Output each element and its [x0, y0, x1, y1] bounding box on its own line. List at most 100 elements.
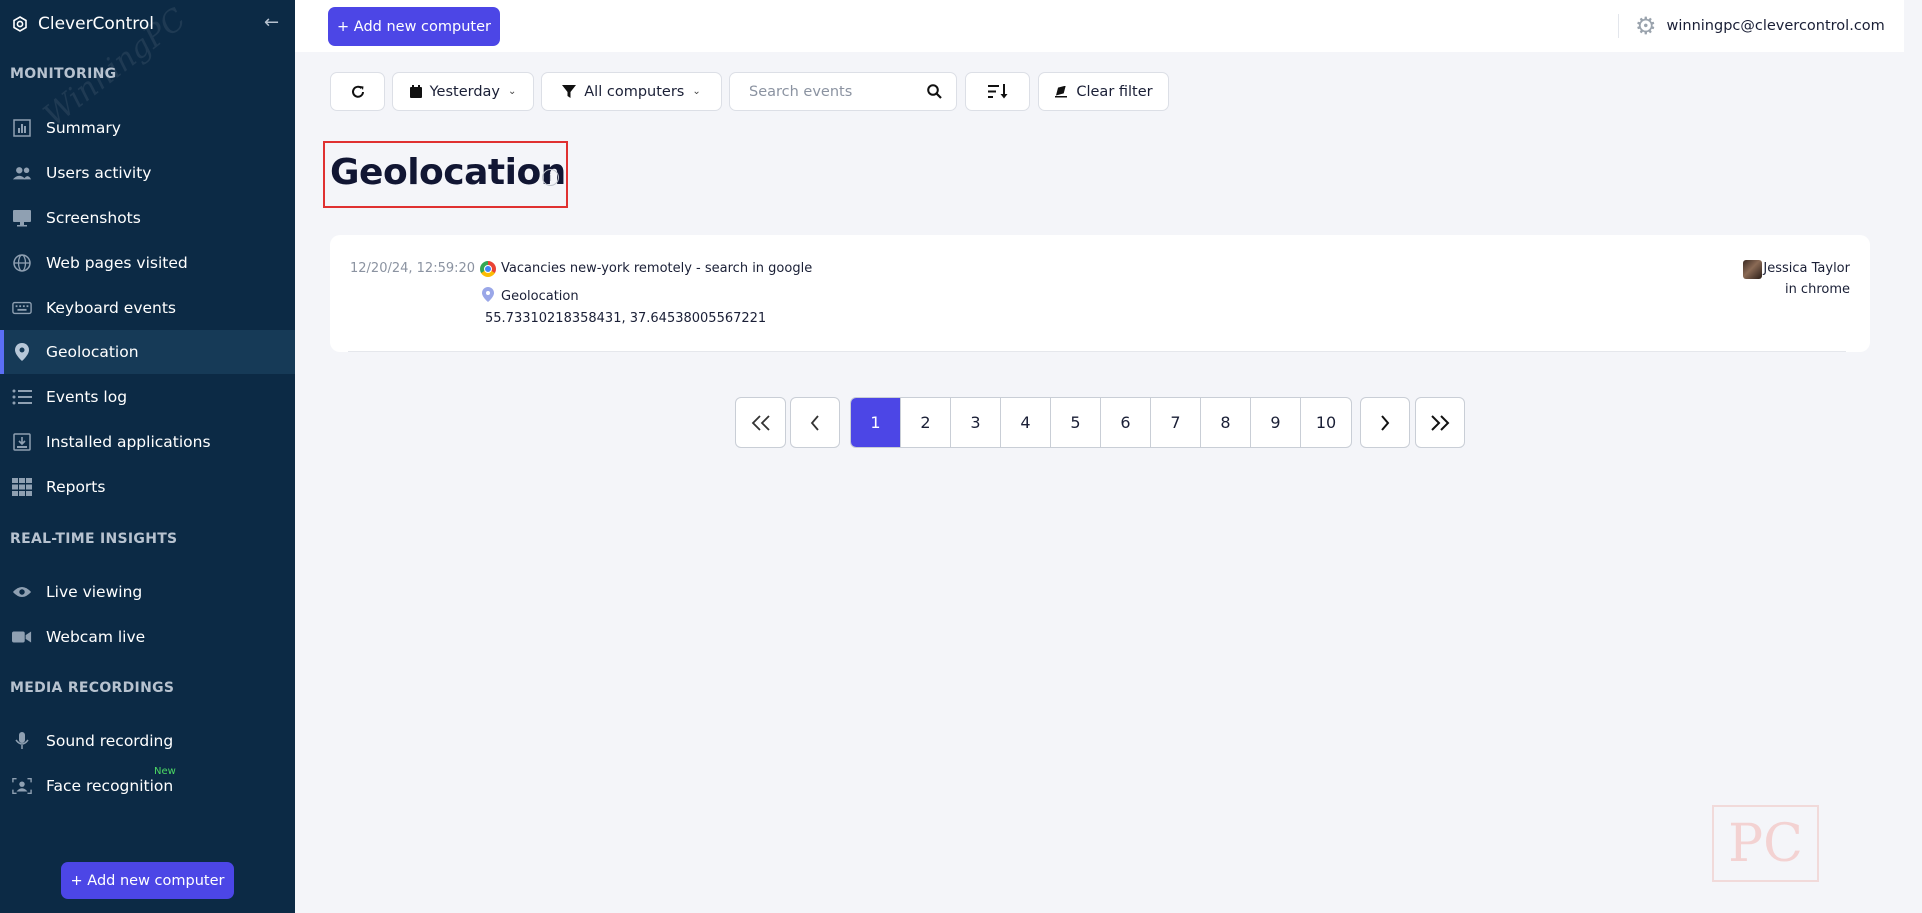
page-number-1[interactable]: 1 [851, 398, 901, 447]
keyboard-icon [12, 298, 32, 318]
page-number-10[interactable]: 10 [1301, 398, 1351, 447]
chevron-down-icon: ⌄ [508, 86, 517, 97]
download-box-icon [12, 432, 32, 452]
monitor-icon [12, 208, 32, 228]
sidebar-item-face-recognition[interactable]: Face recognition New [0, 764, 295, 808]
section-media: MEDIA RECORDINGS [10, 680, 175, 696]
sidebar-item-installed-applications[interactable]: Installed applications [0, 420, 295, 464]
sidebar-item-users-activity[interactable]: Users activity [0, 151, 295, 195]
calendar-icon [409, 85, 422, 98]
event-time: 12/20/24, 12:59:20 [350, 261, 476, 276]
sidebar-item-live-viewing[interactable]: Live viewing [0, 570, 295, 614]
sidebar-item-reports[interactable]: Reports [0, 465, 295, 509]
new-badge: New [154, 766, 176, 777]
previous-page-button[interactable] [790, 397, 840, 448]
sort-icon [987, 84, 1007, 99]
refresh-button[interactable] [330, 72, 385, 111]
event-card: 12/20/24, 12:59:20 Vacancies new-york re… [330, 235, 1870, 352]
page-number-9[interactable]: 9 [1251, 398, 1301, 447]
computers-filter-dropdown[interactable]: All computers ⌄ [541, 72, 722, 111]
grid-icon [12, 477, 32, 497]
event-user[interactable]: Jessica Taylor [1763, 261, 1850, 276]
sidebar-add-computer-button[interactable]: + Add new computer [61, 862, 234, 899]
sidebar-item-label: Users activity [46, 164, 152, 182]
page-number-4[interactable]: 4 [1001, 398, 1051, 447]
sidebar-item-events-log[interactable]: Events log [0, 375, 295, 419]
page-number-3[interactable]: 3 [951, 398, 1001, 447]
date-filter-dropdown[interactable]: Yesterday ⌄ [392, 72, 534, 111]
sidebar-item-label: Face recognition [46, 777, 174, 795]
brand[interactable]: CleverControl [12, 12, 154, 36]
sidebar-item-label: Webcam live [46, 628, 146, 646]
sidebar-item-label: Web pages visited [46, 254, 188, 272]
page-number-6[interactable]: 6 [1101, 398, 1151, 447]
topbar: + Add new computer ⚙ winningpc@clevercon… [295, 0, 1904, 52]
sidebar-item-summary[interactable]: Summary [0, 106, 295, 150]
info-icon[interactable]: i [542, 169, 559, 186]
avatar [1743, 260, 1762, 279]
event-type: Geolocation [501, 289, 579, 304]
double-chevron-left-icon [751, 414, 770, 431]
add-computer-button[interactable]: + Add new computer [328, 7, 500, 46]
users-icon [12, 163, 32, 183]
search-input[interactable]: Search events [729, 72, 957, 111]
first-page-button[interactable] [735, 397, 786, 448]
sidebar-item-keyboard-events[interactable]: Keyboard events [0, 286, 295, 330]
section-monitoring: MONITORING [10, 66, 117, 82]
eye-icon [12, 582, 32, 602]
sidebar-item-web-pages[interactable]: Web pages visited [0, 241, 295, 285]
search-icon[interactable] [927, 84, 942, 99]
sidebar-item-label: Summary [46, 119, 121, 137]
event-coordinates: 55.73310218358431, 37.64538005567221 [485, 311, 767, 326]
sidebar-item-geolocation[interactable]: Geolocation [0, 330, 295, 374]
page-number-7[interactable]: 7 [1151, 398, 1201, 447]
face-scan-icon [12, 776, 32, 796]
app-name: CleverControl [38, 14, 155, 34]
chevron-left-icon [810, 414, 819, 431]
map-pin-icon [12, 342, 32, 362]
computers-filter-value: All computers [584, 83, 685, 100]
microphone-icon [12, 731, 32, 751]
page-number-2[interactable]: 2 [901, 398, 951, 447]
card-divider [348, 351, 1846, 352]
last-page-button[interactable] [1415, 397, 1465, 448]
clear-filter-button[interactable]: Clear filter [1038, 72, 1169, 111]
topbar-divider [1618, 14, 1619, 38]
sidebar-item-label: Installed applications [46, 433, 211, 451]
search-placeholder: Search events [749, 83, 853, 100]
sidebar-item-label: Keyboard events [46, 299, 177, 317]
globe-icon [12, 253, 32, 273]
page-number-5[interactable]: 5 [1051, 398, 1101, 447]
sidebar-item-screenshots[interactable]: Screenshots [0, 196, 295, 240]
clear-filter-label: Clear filter [1076, 83, 1153, 100]
page-title: Geolocation [330, 152, 566, 193]
double-chevron-right-icon [1431, 414, 1450, 431]
video-camera-icon [12, 627, 32, 647]
sidebar-item-webcam-live[interactable]: Webcam live [0, 615, 295, 659]
sidebar-item-label: Events log [46, 388, 128, 406]
event-app: in chrome [1784, 282, 1850, 297]
event-title: Vacancies new-york remotely - search in … [501, 261, 813, 276]
collapse-sidebar-icon[interactable]: ← [264, 12, 279, 33]
page-number-8[interactable]: 8 [1201, 398, 1251, 447]
sidebar-item-sound-recording[interactable]: Sound recording [0, 719, 295, 763]
map-pin-icon [482, 287, 494, 302]
sidebar-item-label: Screenshots [46, 209, 141, 227]
next-page-button[interactable] [1360, 397, 1410, 448]
chevron-down-icon: ⌄ [692, 86, 701, 97]
eraser-icon [1055, 85, 1068, 97]
bar-chart-icon [12, 118, 32, 138]
chrome-icon [480, 261, 496, 277]
date-filter-value: Yesterday [429, 83, 500, 100]
page-number-group: 1 2 3 4 5 6 7 8 9 10 [850, 397, 1352, 448]
sort-button[interactable] [965, 72, 1030, 111]
sidebar-item-label: Sound recording [46, 732, 174, 750]
gear-icon[interactable]: ⚙ [1635, 14, 1657, 38]
sidebar: WinningPC CleverControl ← MONITORING Sum… [0, 0, 295, 913]
filter-icon [562, 84, 577, 98]
section-realtime: REAL-TIME INSIGHTS [10, 531, 178, 547]
sidebar-item-label: Live viewing [46, 583, 143, 601]
account-menu[interactable]: ⚙ winningpc@clevercontrol.com [1635, 14, 1885, 38]
clevercontrol-logo-icon [13, 16, 27, 32]
refresh-icon [351, 85, 364, 98]
